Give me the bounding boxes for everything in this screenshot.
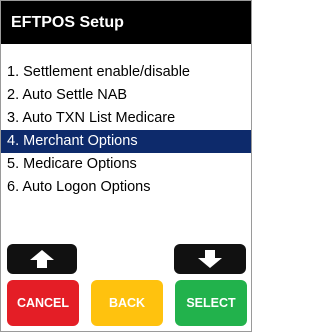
down-arrow-icon (198, 250, 222, 268)
menu-list: 1. Settlement enable/disable 2. Auto Set… (1, 61, 251, 199)
menu-item-merchant-options[interactable]: 4. Merchant Options (1, 130, 251, 153)
menu-item-settlement[interactable]: 1. Settlement enable/disable (1, 61, 251, 84)
back-button[interactable]: BACK (91, 280, 163, 326)
terminal-screen: EFTPOS Setup 1. Settlement enable/disabl… (0, 0, 252, 332)
menu-item-auto-txn-list-medicare[interactable]: 3. Auto TXN List Medicare (1, 107, 251, 130)
up-arrow-icon (30, 250, 54, 268)
menu-item-medicare-options[interactable]: 5. Medicare Options (1, 153, 251, 176)
select-button[interactable]: SELECT (175, 280, 247, 326)
cancel-button[interactable]: CANCEL (7, 280, 79, 326)
menu-item-auto-logon-options[interactable]: 6. Auto Logon Options (1, 176, 251, 199)
screen-title: EFTPOS Setup (1, 1, 251, 44)
menu-item-auto-settle-nab[interactable]: 2. Auto Settle NAB (1, 84, 251, 107)
scroll-up-button[interactable] (7, 244, 77, 274)
scroll-down-button[interactable] (174, 244, 246, 274)
